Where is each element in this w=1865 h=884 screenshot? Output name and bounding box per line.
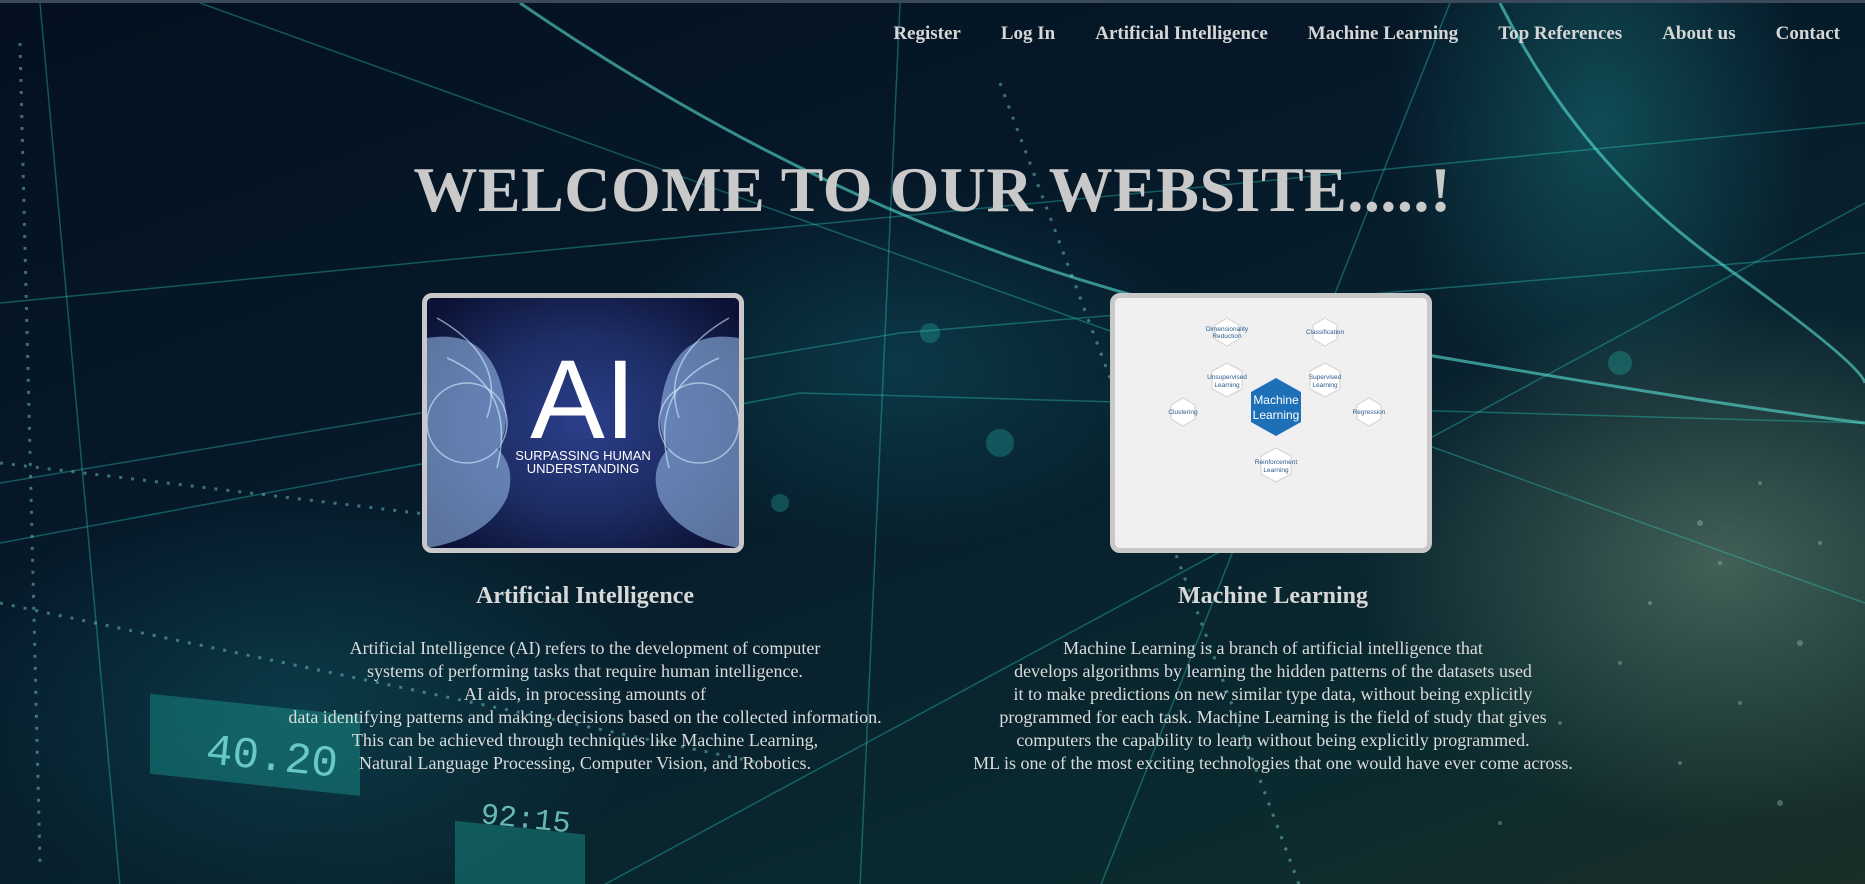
ml-text-line: Machine Learning is a branch of artifici…: [1063, 638, 1483, 658]
ai-text-line: data identifying patterns and making dec…: [288, 707, 882, 727]
ml-clustering: Clustering: [1168, 409, 1198, 416]
ml-center-1: Machine: [1253, 393, 1299, 407]
nav-login[interactable]: Log In: [1001, 23, 1055, 45]
ai-image-subtitle-2: UNDERSTANDING: [527, 461, 639, 476]
nav-artificial-intelligence[interactable]: Artificial Intelligence: [1095, 23, 1268, 45]
ml-card-title: Machine Learning: [1178, 583, 1368, 609]
ml-reinf-2: Learning: [1263, 467, 1289, 474]
nav-register[interactable]: Register: [893, 23, 961, 45]
ml-sup-2: Learning: [1312, 382, 1338, 389]
page: 40.20 92:15 Register Log In Artificial I…: [0, 0, 1865, 884]
ai-text-line: Natural Language Processing, Computer Vi…: [358, 753, 811, 773]
ai-text-line: systems of performing tasks that require…: [367, 661, 803, 681]
ai-card-description: Artificial Intelligence (AI) refers to t…: [225, 637, 945, 775]
top-nav: Register Log In Artificial Intelligence …: [893, 23, 1840, 45]
ml-unsup-2: Learning: [1214, 382, 1240, 389]
ml-text-line: programmed for each task. Machine Learni…: [999, 707, 1547, 727]
ai-text-line: Artificial Intelligence (AI) refers to t…: [349, 638, 821, 658]
nav-about-us[interactable]: About us: [1662, 23, 1735, 45]
ml-unsup-1: Unsupervised: [1207, 374, 1247, 381]
ml-text-line: ML is one of the most exciting technolog…: [973, 753, 1573, 773]
nav-contact[interactable]: Contact: [1776, 23, 1840, 45]
nav-machine-learning[interactable]: Machine Learning: [1308, 23, 1458, 45]
ml-reinf-1: Reinforcement: [1255, 459, 1297, 466]
ml-sup-1: Supervised: [1309, 374, 1342, 381]
ml-text-line: computers the capability to learn withou…: [1016, 730, 1530, 750]
page-title: WELCOME TO OUR WEBSITE.....!: [413, 154, 1452, 225]
ml-classification: Classification: [1306, 329, 1345, 336]
ai-card-title: Artificial Intelligence: [476, 583, 694, 609]
ai-image-big-text: AI: [530, 337, 636, 462]
ai-text-line: This can be achieved through techniques …: [351, 730, 819, 750]
ml-dimred-2: Reduction: [1212, 333, 1242, 340]
nav-top-references[interactable]: Top References: [1498, 23, 1622, 45]
ml-center-2: Learning: [1253, 408, 1300, 422]
ml-regression: Regression: [1353, 409, 1386, 416]
ai-image[interactable]: AI SURPASSING HUMAN UNDERSTANDING: [422, 293, 744, 553]
ai-text-line: AI aids, in processing amounts of: [464, 684, 706, 704]
ml-card-description: Machine Learning is a branch of artifici…: [913, 637, 1633, 775]
ml-text-line: it to make predictions on new similar ty…: [1013, 684, 1533, 704]
counter-2: 92:15: [479, 799, 572, 842]
ml-dimred-1: Dimensionality: [1206, 326, 1249, 333]
ml-text-line: develops algorithms by learning the hidd…: [1014, 661, 1532, 681]
ml-image[interactable]: Machine Learning Dimensionality Reductio…: [1110, 293, 1432, 553]
